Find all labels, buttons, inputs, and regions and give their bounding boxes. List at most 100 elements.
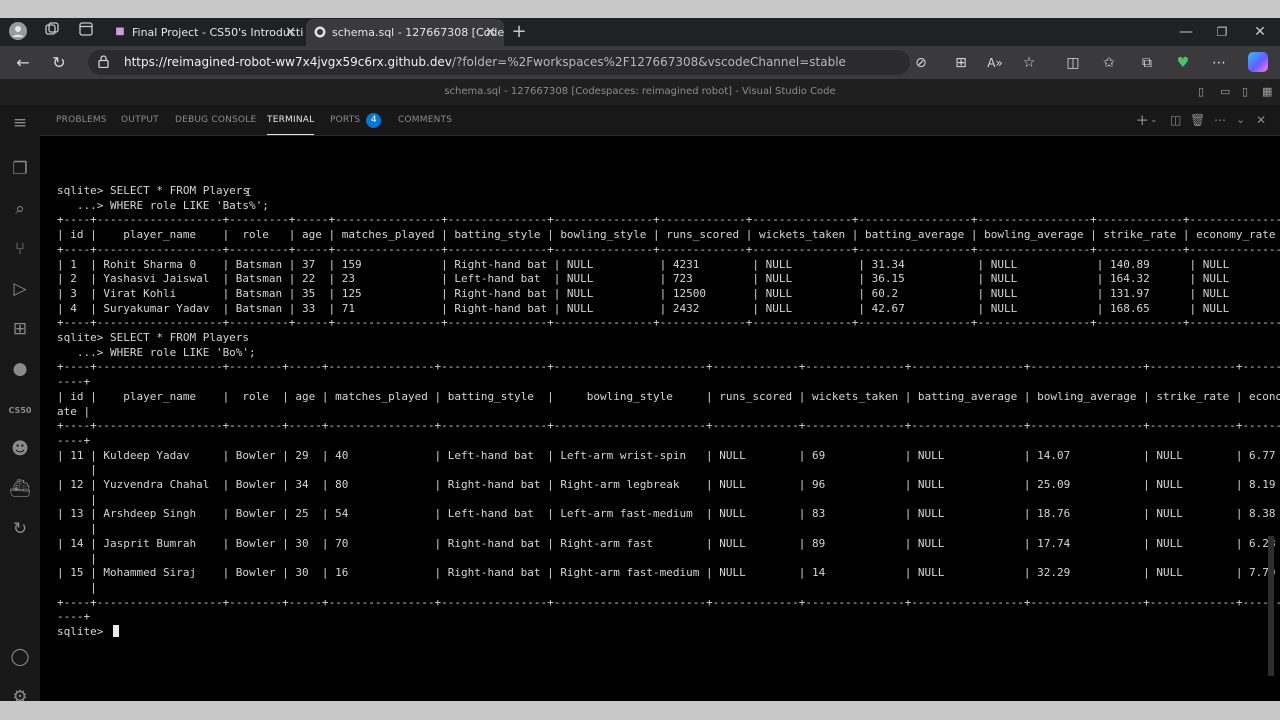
extension-icon[interactable]: ♥ <box>1172 52 1194 74</box>
maximize-panel-icon[interactable]: ⌄ <box>1236 105 1245 135</box>
settings-gear-icon[interactable]: ⚙ <box>8 685 32 701</box>
terminal-output: sqlite> SELECT * FROM Players ...> WHERE… <box>57 184 1280 640</box>
kill-terminal-icon[interactable]: 🗑 <box>1190 105 1205 135</box>
terminal-line: +----+-------------------+---------+----… <box>57 316 1280 330</box>
terminal-cursor <box>112 625 119 638</box>
terminal-line: ...> WHERE role LIKE 'Bo%'; <box>57 345 256 359</box>
toggle-secondary-sidebar-icon[interactable]: ▯ <box>1242 79 1248 105</box>
terminal-line: | 4 | Suryakumar Yadav | Batsman | 33 | … <box>57 301 1280 315</box>
terminal-line: +----+-------------------+--------+-----… <box>57 595 1280 609</box>
terminal-line: | <box>57 492 97 506</box>
source-control-icon[interactable]: ⑂ <box>8 237 32 261</box>
terminal-scrollbar[interactable] <box>1268 536 1274 676</box>
terminal-line: ate | <box>57 404 91 418</box>
terminal-line: | id | player_name | role | age | matche… <box>57 228 1280 242</box>
url-host: https://reimagined-robot-ww7x4jvgx59c6rx… <box>124 55 452 69</box>
close-tab-icon[interactable]: ✕ <box>285 19 296 46</box>
terminal-line: ----+ <box>57 610 91 624</box>
ddb-duck-icon[interactable]: ☻ <box>8 437 32 461</box>
terminal-line: ...> WHERE role LIKE 'Bats%'; <box>57 198 269 212</box>
terminal-line: ----+ <box>57 433 91 447</box>
lock-icon <box>98 55 109 71</box>
github-favicon-icon <box>314 26 326 38</box>
vscode-title-bar: schema.sql - 127667308 [Codespaces: reim… <box>0 79 1280 105</box>
new-terminal-icon[interactable]: + <box>1136 105 1149 135</box>
close-tab-icon[interactable]: ✕ <box>485 19 496 46</box>
terminal-line: | <box>57 580 97 594</box>
split-screen-icon[interactable]: ◫ <box>1062 52 1084 74</box>
tab-problems[interactable]: PROBLEMS <box>56 105 107 135</box>
tab-strip: ■ Final Project - CS50's Introductio ✕ s… <box>0 18 1280 46</box>
address-bar[interactable]: https://reimagined-robot-ww7x4jvgx59c6rx… <box>88 50 910 75</box>
tab-actions-icon[interactable] <box>76 22 96 42</box>
terminal-line: sqlite> SELECT * FROM Players <box>57 331 250 345</box>
tab-ports[interactable]: PORTS 4 <box>330 105 382 135</box>
search-icon[interactable]: ⌕ <box>8 197 32 221</box>
browser-window: ■ Final Project - CS50's Introductio ✕ s… <box>0 18 1280 701</box>
docker-icon[interactable]: ⛴ <box>8 477 32 501</box>
tab-schema-sql[interactable]: schema.sql - 127667308 [Codespa ✕ <box>306 19 504 46</box>
explorer-icon[interactable]: ❐ <box>8 157 32 181</box>
workspaces-icon[interactable] <box>42 22 62 42</box>
terminal-prompt-line: sqlite> <box>57 625 1280 640</box>
remote-explorer-icon[interactable]: ↻ <box>8 517 32 541</box>
terminal-line: | id | player_name | role | age | matche… <box>57 389 1280 403</box>
back-icon[interactable]: ← <box>12 52 34 74</box>
toggle-panel-icon[interactable]: ▭ <box>1220 79 1230 105</box>
close-panel-icon[interactable]: ✕ <box>1256 105 1266 135</box>
tab-comments[interactable]: COMMENTS <box>398 105 452 135</box>
cs50-icon[interactable]: CS50 <box>8 399 32 423</box>
new-tab-button[interactable]: + <box>509 22 529 42</box>
terminal-line: sqlite> SELECT * FROM Players <box>57 184 250 197</box>
toggle-sidebar-icon[interactable]: ▯ <box>1198 79 1204 105</box>
customize-layout-icon[interactable]: ▦ <box>1262 79 1272 105</box>
terminal-panel[interactable]: sqlite> SELECT * FROM Players ...> WHERE… <box>40 136 1280 701</box>
terminal-line: | 2 | Yashasvi Jaiswal | Batsman | 22 | … <box>57 272 1280 286</box>
copilot-icon[interactable] <box>1248 52 1268 72</box>
terminal-line: | 15 | Mohammed Siraj | Bowler | 30 | 16… <box>57 566 1276 580</box>
ports-badge: 4 <box>366 113 382 128</box>
text-cursor-ibeam-icon: I <box>245 186 252 199</box>
panel-more-icon[interactable]: ⋯ <box>1214 105 1226 135</box>
terminal-prompt: sqlite> <box>57 625 110 639</box>
tab-ports-label: PORTS <box>330 115 361 125</box>
cs50-favicon-icon: ■ <box>115 26 125 37</box>
tab-output[interactable]: OUTPUT <box>121 105 159 135</box>
tracking-prevention-icon[interactable]: ⊘ <box>910 52 932 74</box>
tab-debug-console[interactable]: DEBUG CONSOLE <box>175 105 256 135</box>
terminal-line: | <box>57 551 97 565</box>
tab-title: schema.sql - 127667308 [Codespa <box>332 26 504 39</box>
more-options-icon[interactable]: ⋯ <box>1208 52 1230 74</box>
panel-tab-bar: PROBLEMS OUTPUT DEBUG CONSOLE TERMINAL P… <box>40 105 1280 136</box>
favorites-icon[interactable]: ✩ <box>1098 52 1120 74</box>
run-debug-icon[interactable]: ▷ <box>8 277 32 301</box>
extensions-icon[interactable]: ⊞ <box>8 317 32 341</box>
menu-icon[interactable]: ≡ <box>8 111 32 135</box>
terminal-line: | 3 | Virat Kohli | Batsman | 35 | 125 |… <box>57 286 1280 300</box>
terminal-line: | 14 | Jasprit Bumrah | Bowler | 30 | 70… <box>57 536 1276 550</box>
read-aloud-icon[interactable]: A» <box>984 52 1006 74</box>
terminal-dropdown-icon[interactable]: ⌄ <box>1150 105 1158 135</box>
terminal-line: +----+-------------------+---------+----… <box>57 242 1280 256</box>
accounts-icon[interactable]: ◯ <box>8 645 32 669</box>
tab-terminal[interactable]: TERMINAL <box>267 105 315 135</box>
terminal-line: | 1 | Rohit Sharma 0 | Batsman | 37 | 15… <box>57 257 1280 271</box>
terminal-line: | <box>57 463 97 477</box>
terminal-line: | <box>57 522 97 536</box>
github-icon[interactable]: ● <box>8 357 32 381</box>
refresh-icon[interactable]: ↻ <box>48 52 70 74</box>
minimize-icon[interactable]: — <box>1176 22 1196 42</box>
terminal-line: +----+-------------------+---------+----… <box>57 213 1280 227</box>
tab-final-project[interactable]: ■ Final Project - CS50's Introductio ✕ <box>106 19 304 46</box>
activity-bar: ≡ ❐ ⌕ ⑂ ▷ ⊞ ● CS50 ☻ ⛴ ↻ ◯ ⚙ <box>0 105 40 701</box>
collections-icon[interactable]: ⧉ <box>1136 52 1158 74</box>
apps-icon[interactable]: ⊞ <box>950 52 972 74</box>
terminal-line: | 11 | Kuldeep Yadav | Bowler | 29 | 40 … <box>57 448 1276 462</box>
favorite-star-icon[interactable]: ☆ <box>1018 52 1040 74</box>
terminal-line: | 13 | Arshdeep Singh | Bowler | 25 | 54… <box>57 507 1276 521</box>
profile-avatar-icon[interactable] <box>8 22 28 42</box>
terminal-line: ----+ <box>57 375 91 389</box>
split-terminal-icon[interactable]: ◫ <box>1170 105 1181 135</box>
close-window-icon[interactable]: ✕ <box>1250 22 1270 42</box>
restore-icon[interactable]: ❐ <box>1212 22 1232 42</box>
